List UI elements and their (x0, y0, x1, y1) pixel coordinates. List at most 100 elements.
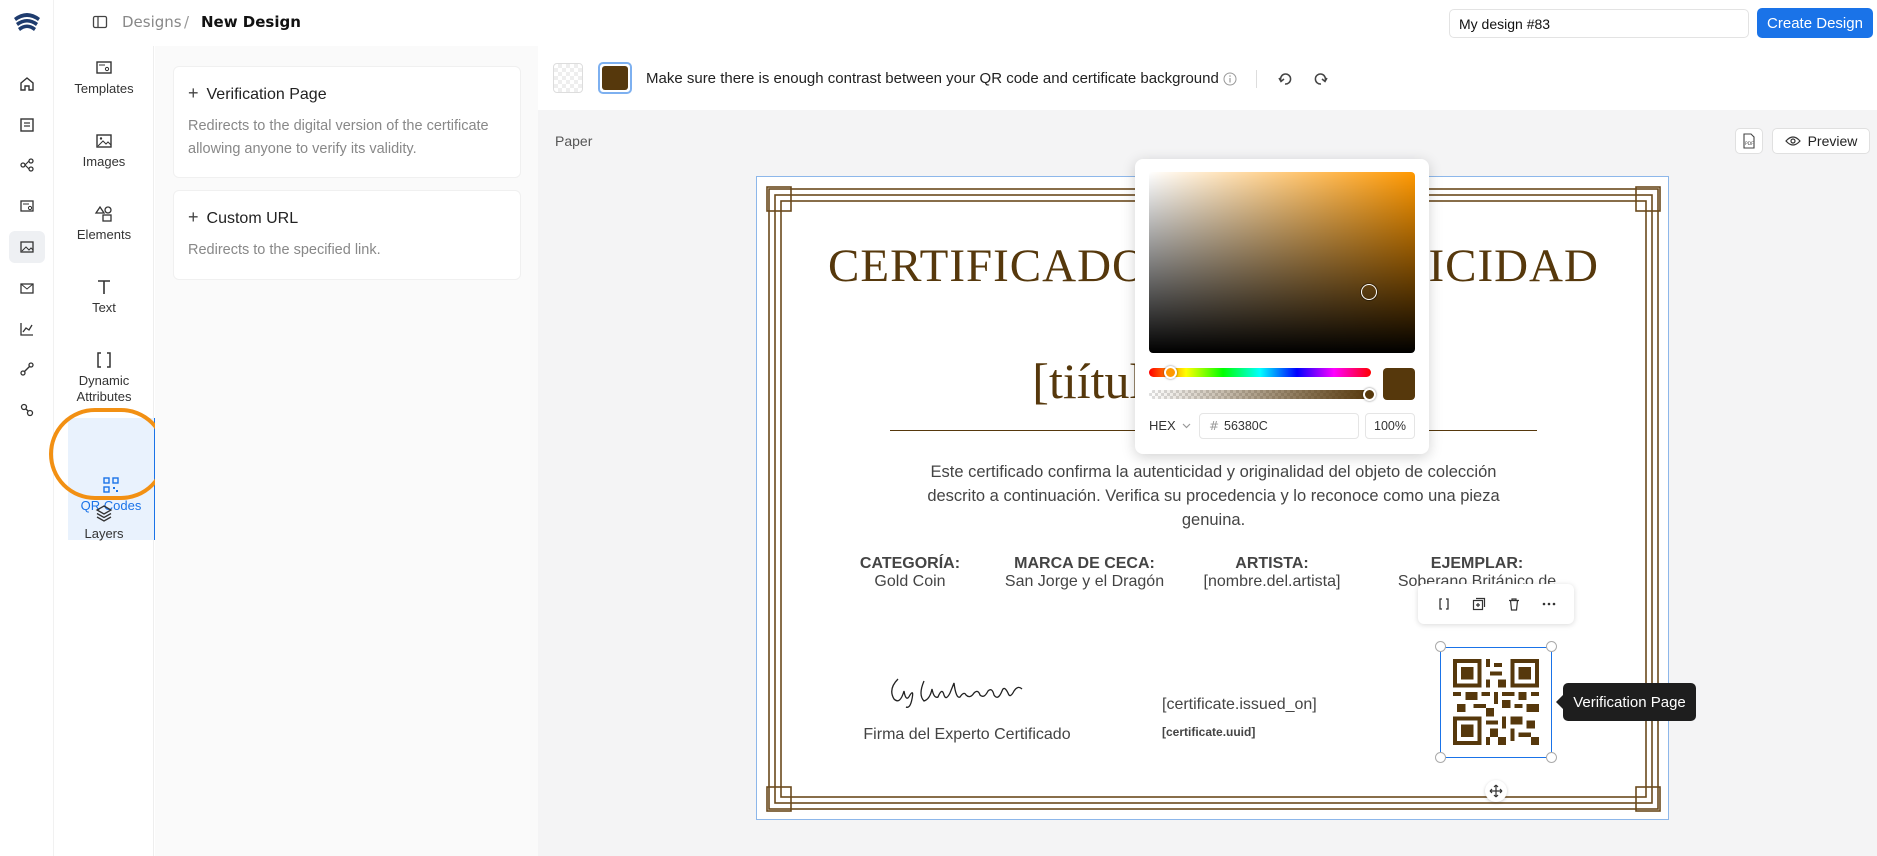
brackets-icon (97, 352, 111, 368)
text-icon (98, 280, 110, 294)
toolbar-divider (1256, 70, 1257, 88)
svg-text:PDF: PDF (1745, 141, 1754, 147)
integrations-icon[interactable] (17, 359, 37, 379)
tool-templates[interactable]: Templates (54, 58, 154, 96)
meta-label: CATEGORÍA: (859, 555, 961, 572)
create-design-button[interactable]: Create Design (1757, 8, 1873, 38)
contrast-message: Make sure there is enough contrast betwe… (646, 70, 1219, 87)
meta-label: EJEMPLAR: (1430, 555, 1524, 572)
plus-icon: + (188, 83, 199, 103)
hue-slider[interactable] (1149, 368, 1371, 377)
tool-label: Dynamic Attributes (76, 373, 132, 404)
resize-handle-tr[interactable] (1546, 641, 1557, 652)
qr-options-panel: + Verification Page Redirects to the digi… (155, 46, 538, 856)
meta-label: MARCA DE CECA: (1014, 555, 1155, 572)
tool-dynamic-attributes[interactable]: Dynamic Attributes (54, 350, 154, 405)
breadcrumb-separator: / (184, 13, 190, 31)
saturation-area[interactable] (1149, 172, 1415, 353)
qr-element-toolbar (1418, 584, 1574, 624)
tool-elements[interactable]: Elements (54, 204, 154, 242)
meta-artist[interactable]: ARTISTA: [nombre.del.artista] (1187, 555, 1357, 591)
color-picker-popover: HEX # (1135, 159, 1429, 454)
saturation-cursor[interactable] (1361, 284, 1377, 300)
uuid-field[interactable]: [certificate.uuid] (1162, 725, 1255, 739)
brackets-icon[interactable] (1436, 596, 1452, 612)
meta-value: [nombre.del.artista] (1203, 573, 1341, 590)
analytics-icon[interactable] (17, 319, 37, 339)
option-title: + Verification Page (188, 83, 327, 104)
layers-icon (95, 505, 113, 522)
top-bar: Designs / New Design Create Design (54, 0, 1877, 46)
tool-text[interactable]: Text (54, 277, 154, 315)
signature-image[interactable] (884, 669, 1034, 711)
tool-layers[interactable]: Layers (54, 503, 154, 541)
app-root: Designs / New Design Create Design Templ… (0, 0, 1877, 856)
pdf-button[interactable]: PDF (1735, 128, 1763, 154)
image-icon[interactable] (9, 231, 45, 263)
chevron-down-icon (1182, 423, 1191, 428)
hex-input[interactable] (1199, 413, 1359, 439)
app-logo[interactable] (12, 10, 42, 36)
tool-label: Images (82, 154, 126, 169)
resize-handle-bl[interactable] (1435, 752, 1446, 763)
layout-icon[interactable] (17, 115, 37, 135)
qr-color-swatch[interactable] (598, 62, 632, 94)
certificate-icon[interactable] (17, 196, 37, 216)
info-icon[interactable] (1223, 72, 1237, 86)
tool-label: Elements (76, 227, 132, 242)
duplicate-icon[interactable] (1471, 596, 1487, 612)
shapes-icon (94, 205, 112, 222)
transparent-color-swatch[interactable] (553, 63, 583, 93)
alpha-slider[interactable] (1149, 390, 1371, 399)
option-title-text: Verification Page (206, 86, 327, 103)
qr-option-verification[interactable]: + Verification Page Redirects to the digi… (173, 66, 521, 178)
move-icon[interactable] (1485, 780, 1507, 802)
meta-category[interactable]: CATEGORÍA: Gold Coin (845, 555, 975, 591)
eye-icon (1784, 136, 1801, 146)
resize-handle-br[interactable] (1546, 752, 1557, 763)
breadcrumb-designs[interactable]: Designs (122, 13, 182, 31)
tool-label: Templates (74, 81, 134, 96)
qr-type-tooltip: Verification Page (1556, 683, 1696, 721)
meta-label: ARTISTA: (1235, 555, 1309, 572)
option-title: + Custom URL (188, 207, 298, 228)
design-name-input[interactable] (1449, 9, 1749, 38)
alpha-input[interactable] (1365, 413, 1415, 439)
sidebar-toggle-icon[interactable] (92, 14, 108, 30)
tool-label: Layers (84, 526, 124, 541)
plus-icon: + (188, 207, 199, 227)
color-preview-swatch (1383, 368, 1415, 400)
trash-icon[interactable] (1506, 596, 1522, 612)
signature-label[interactable]: Firma del Experto Certificado (817, 726, 1117, 744)
workflow-icon[interactable] (17, 155, 37, 175)
paper-label[interactable]: Paper (555, 133, 592, 149)
color-format-select[interactable]: HEX (1149, 418, 1191, 433)
mail-icon[interactable] (17, 278, 37, 298)
hash-symbol: # (1209, 419, 1220, 433)
canvas-area: Make sure there is enough contrast betwe… (538, 46, 1877, 856)
hue-thumb[interactable] (1164, 366, 1177, 379)
preview-button[interactable]: Preview (1772, 128, 1870, 154)
qr-code-element[interactable] (1440, 647, 1552, 758)
qr-option-custom-url[interactable]: + Custom URL Redirects to the specified l… (173, 190, 521, 280)
qr-code-image (1453, 659, 1539, 745)
option-description: Redirects to the digital version of the … (188, 118, 489, 157)
resize-handle-tl[interactable] (1435, 641, 1446, 652)
issued-on-field[interactable]: [certificate.issued_on] (1162, 696, 1317, 714)
app-rail (0, 0, 54, 856)
redo-icon[interactable] (1313, 71, 1329, 87)
option-description: Redirects to the specified link. (188, 242, 381, 258)
preview-label: Preview (1807, 133, 1858, 149)
breadcrumb-current: New Design (201, 13, 301, 31)
link-icon[interactable] (17, 400, 37, 420)
meta-mint-mark[interactable]: MARCA DE CECA: San Jorge y el Dragón (992, 555, 1177, 591)
alpha-thumb[interactable] (1363, 388, 1376, 401)
tool-label: Text (92, 300, 116, 315)
certificate-body[interactable]: Este certificado confirma la autenticida… (907, 460, 1520, 532)
home-icon[interactable] (17, 74, 37, 94)
tool-images[interactable]: Images (54, 131, 154, 169)
pdf-icon: PDF (1743, 133, 1755, 149)
annotation-highlight-circle (49, 408, 167, 500)
undo-icon[interactable] (1277, 71, 1293, 87)
more-icon[interactable] (1541, 596, 1557, 612)
